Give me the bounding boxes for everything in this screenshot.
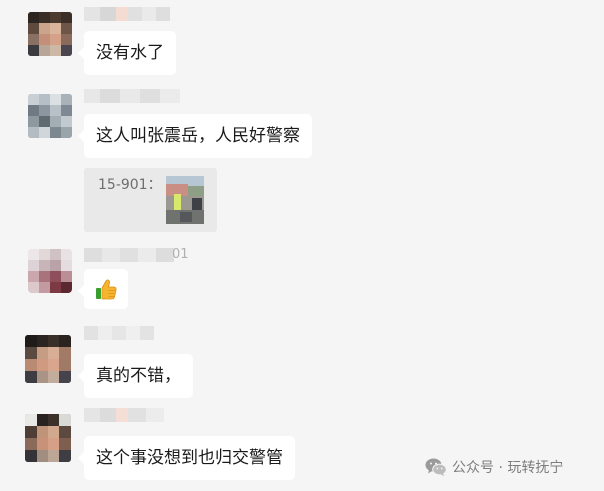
sender-name-redacted: [84, 7, 170, 21]
quote-image-thumbnail[interactable]: [166, 176, 204, 224]
avatar[interactable]: [28, 249, 72, 293]
sender-name-redacted: [84, 89, 180, 103]
sender-name-redacted: [84, 408, 164, 422]
chat-message: 真的不错，: [0, 326, 604, 406]
chat-message: 没有水了: [0, 0, 604, 80]
message-bubble[interactable]: 真的不错，: [78, 354, 193, 398]
message-bubble[interactable]: 这人叫张震岳，人民好警察: [78, 114, 312, 158]
message-bubble[interactable]: 这个事没想到也归交警管: [78, 436, 295, 480]
chat-message: 这人叫张震岳，人民好警察 15-901：: [0, 80, 604, 240]
message-text: 这个事没想到也归交警管: [96, 448, 283, 468]
message-text: 没有水了: [96, 43, 164, 63]
message-bubble[interactable]: [78, 269, 128, 309]
message-text: 这人叫张震岳，人民好警察: [96, 126, 300, 146]
wechat-icon: [425, 457, 447, 477]
message-bubble[interactable]: 没有水了: [78, 31, 176, 75]
avatar[interactable]: [25, 414, 71, 462]
avatar[interactable]: [25, 335, 71, 383]
thumbs-up-icon: [94, 277, 118, 301]
quote-text: 15-901：: [98, 177, 162, 193]
watermark-label: 公众号 · 玩转抚宁: [452, 460, 564, 476]
account-watermark: 公众号 · 玩转抚宁: [425, 456, 563, 478]
chat-message: 01: [0, 240, 604, 326]
avatar[interactable]: [28, 12, 72, 56]
sender-name-suffix: 01: [172, 247, 189, 262]
sender-name-redacted: [84, 326, 154, 340]
sender-name-redacted: [84, 248, 174, 262]
message-text: 真的不错，: [96, 366, 181, 386]
avatar[interactable]: [28, 94, 72, 138]
quoted-message[interactable]: 15-901：: [84, 168, 217, 232]
chat-message: 这个事没想到也归交警管: [0, 406, 604, 491]
